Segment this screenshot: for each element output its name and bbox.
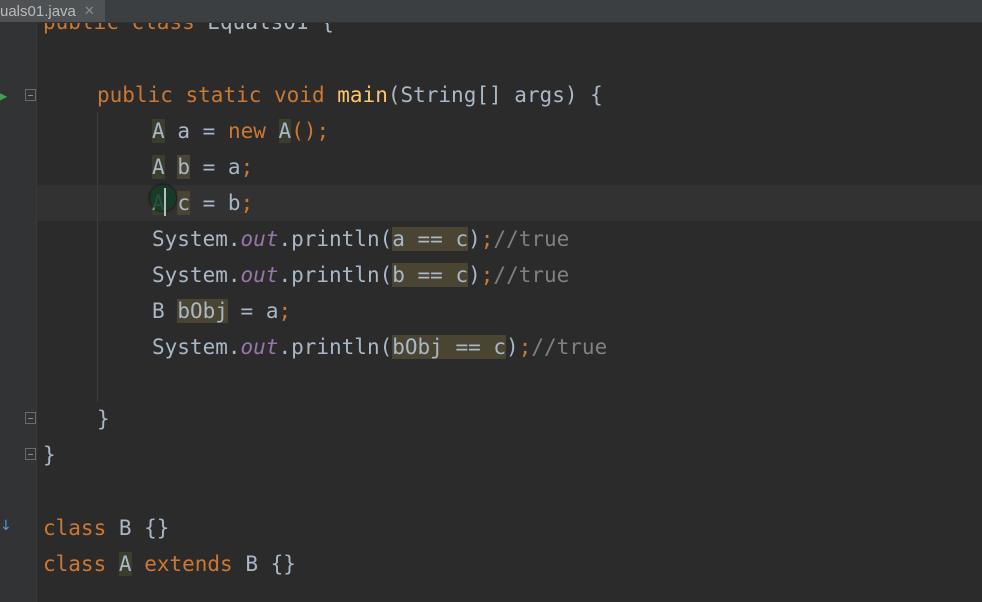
keyword-new: new — [227, 119, 266, 143]
comment: //true — [531, 335, 608, 359]
comment: //true — [493, 227, 570, 251]
type-name: B — [152, 299, 165, 323]
variable: bObj — [177, 299, 228, 323]
assignment: = a — [240, 299, 279, 323]
keyword-void: void — [274, 83, 325, 107]
keyword-static: static — [185, 83, 262, 107]
println-call: .println( — [278, 227, 393, 251]
semicolon: ; — [278, 299, 292, 323]
keyword-class: class — [43, 516, 107, 540]
system: System. — [152, 227, 241, 251]
code-line-a: A a = new A(); — [152, 113, 329, 149]
variable: b — [177, 155, 190, 179]
paren-semicolon: (); — [291, 119, 330, 143]
keyword-class: class — [43, 552, 107, 576]
fold-toggle-main[interactable] — [25, 89, 36, 101]
code-line-println-2: System.out.println(b == c);//true — [152, 257, 569, 293]
code-line-close-main: } — [97, 401, 110, 437]
assignment: = b — [202, 191, 241, 215]
code-line-b: A b = a; — [152, 149, 253, 185]
system: System. — [152, 335, 241, 359]
code-line-close-class: } — [43, 437, 56, 473]
code-line-bobj: B bObj = a; — [152, 293, 291, 329]
close-icon[interactable]: ✕ — [84, 3, 95, 19]
class-name: A — [118, 552, 132, 576]
gutter-separator — [36, 22, 37, 602]
implemented-gutter-icon[interactable]: ↓ — [0, 518, 12, 534]
tab-filename[interactable]: uals01.java — [0, 3, 76, 20]
close-paren: ) — [468, 263, 481, 287]
close-paren: ) — [506, 335, 519, 359]
semicolon: ; — [240, 191, 254, 215]
variable: c — [177, 191, 190, 215]
expression: b == c — [392, 263, 469, 287]
code-line-println-3: System.out.println(bObj == c);//true — [152, 329, 607, 365]
code-line-println-1: System.out.println(a == c);//true — [152, 221, 569, 257]
expression: a == c — [392, 227, 469, 251]
type-name: A — [152, 119, 165, 143]
fold-toggle-class-end[interactable] — [25, 448, 36, 460]
variable: a — [177, 119, 190, 143]
type-name: A — [152, 155, 165, 179]
semicolon: ; — [518, 335, 532, 359]
class-body: B {} — [118, 516, 170, 540]
indent-guide — [97, 112, 98, 402]
semicolon: ; — [480, 263, 494, 287]
run-gutter-icon[interactable]: ▶ — [0, 89, 7, 103]
editor-tab[interactable]: uals01.java ✕ — [0, 0, 105, 22]
println-call: .println( — [278, 335, 393, 359]
system: System. — [152, 263, 241, 287]
method-name: main — [337, 83, 388, 107]
close-paren: ) — [468, 227, 481, 251]
fold-toggle-main-end[interactable] — [25, 412, 36, 424]
assignment: = a — [202, 155, 241, 179]
println-call: .println( — [278, 263, 393, 287]
editor-gutter — [0, 22, 36, 602]
comment: //true — [493, 263, 570, 287]
keyword-extends: extends — [144, 552, 233, 576]
mouse-cursor-indicator — [150, 185, 176, 211]
code-line-main: public static void main(String[] args) { — [97, 77, 603, 113]
code-line-class-b: class B {} — [43, 510, 169, 546]
code-line-class-a: class A extends B {} — [43, 546, 296, 582]
semicolon: ; — [240, 155, 254, 179]
brace: } — [97, 407, 110, 431]
brace: { — [590, 83, 603, 107]
expression: bObj == c — [392, 335, 507, 359]
out-field: out — [240, 263, 279, 287]
out-field: out — [240, 227, 279, 251]
constructor-name: A — [278, 119, 292, 143]
text-caret — [164, 188, 166, 216]
semicolon: ; — [480, 227, 494, 251]
out-field: out — [240, 335, 279, 359]
operator: = — [202, 119, 216, 143]
params: (String[] args) — [387, 83, 578, 107]
keyword-public: public — [97, 83, 173, 107]
brace: } — [43, 443, 56, 467]
class-body: B {} — [245, 552, 296, 576]
editor-tab-bar: uals01.java ✕ — [0, 0, 982, 23]
